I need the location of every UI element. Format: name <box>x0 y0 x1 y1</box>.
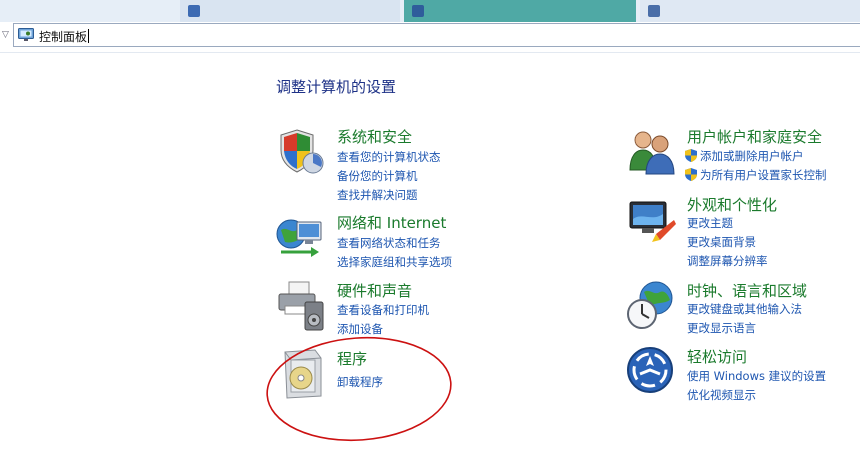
link-recommended-settings[interactable]: 使用 Windows 建议的设置 <box>687 368 826 384</box>
link-text: 添加或删除用户帐户 <box>700 149 804 163</box>
address-path[interactable]: 控制面板 <box>39 28 90 45</box>
category-title[interactable]: 时钟、语言和区域 <box>687 280 807 301</box>
category-title[interactable]: 网络和 Internet <box>337 212 446 233</box>
link-homegroup-sharing[interactable]: 选择家庭组和共享选项 <box>337 254 452 270</box>
tab-icon <box>648 5 660 17</box>
shield-icon[interactable] <box>275 126 327 178</box>
category-title[interactable]: 外观和个性化 <box>687 194 777 215</box>
tab-strip <box>0 0 860 22</box>
users-icon[interactable] <box>626 126 678 178</box>
control-panel-icon <box>18 28 34 41</box>
link-adjust-resolution[interactable]: 调整屏幕分辨率 <box>687 253 768 269</box>
link-parental-controls[interactable]: 为所有用户设置家长控制 <box>685 167 827 183</box>
link-optimize-video[interactable]: 优化视频显示 <box>687 387 756 403</box>
divider <box>0 52 860 53</box>
tab-icon <box>8 5 20 17</box>
link-view-network-status[interactable]: 查看网络状态和任务 <box>337 235 441 251</box>
printer-icon[interactable] <box>275 280 327 332</box>
tab-3[interactable] <box>404 0 636 22</box>
tab-2[interactable] <box>180 0 400 22</box>
uac-shield-icon <box>685 149 697 162</box>
category-title[interactable]: 系统和安全 <box>337 126 412 147</box>
link-troubleshoot[interactable]: 查找并解决问题 <box>337 187 418 203</box>
monitor-palette-icon[interactable] <box>626 194 678 246</box>
link-devices-printers[interactable]: 查看设备和打印机 <box>337 302 429 318</box>
category-title[interactable]: 硬件和声音 <box>337 280 412 301</box>
annotation-ellipse <box>266 336 452 442</box>
link-change-input-method[interactable]: 更改键盘或其他输入法 <box>687 301 802 317</box>
link-change-background[interactable]: 更改桌面背景 <box>687 234 756 250</box>
address-bar[interactable]: 控制面板 <box>13 23 860 47</box>
link-change-theme[interactable]: 更改主题 <box>687 215 733 231</box>
text-cursor <box>88 29 90 43</box>
ease-of-access-icon[interactable] <box>626 346 678 398</box>
link-change-display-language[interactable]: 更改显示语言 <box>687 320 756 336</box>
address-bar-row: ▽ 控制面板 <box>0 22 860 50</box>
clock-globe-icon[interactable] <box>626 280 678 332</box>
link-add-remove-accounts[interactable]: 添加或删除用户帐户 <box>685 148 804 164</box>
link-text: 为所有用户设置家长控制 <box>700 168 827 182</box>
tab-icon <box>188 5 200 17</box>
category-title[interactable]: 用户帐户和家庭安全 <box>687 126 822 147</box>
tab-icon <box>412 5 424 17</box>
category-title[interactable]: 轻松访问 <box>687 346 747 367</box>
tab-1[interactable] <box>0 0 178 22</box>
page-title: 调整计算机的设置 <box>276 78 397 96</box>
tab-4[interactable] <box>640 0 860 22</box>
link-view-computer-status[interactable]: 查看您的计算机状态 <box>337 149 441 165</box>
network-globe-icon[interactable] <box>275 212 327 264</box>
dropdown-arrow-icon[interactable]: ▽ <box>2 30 9 40</box>
link-backup-computer[interactable]: 备份您的计算机 <box>337 168 418 184</box>
uac-shield-icon <box>685 168 697 181</box>
